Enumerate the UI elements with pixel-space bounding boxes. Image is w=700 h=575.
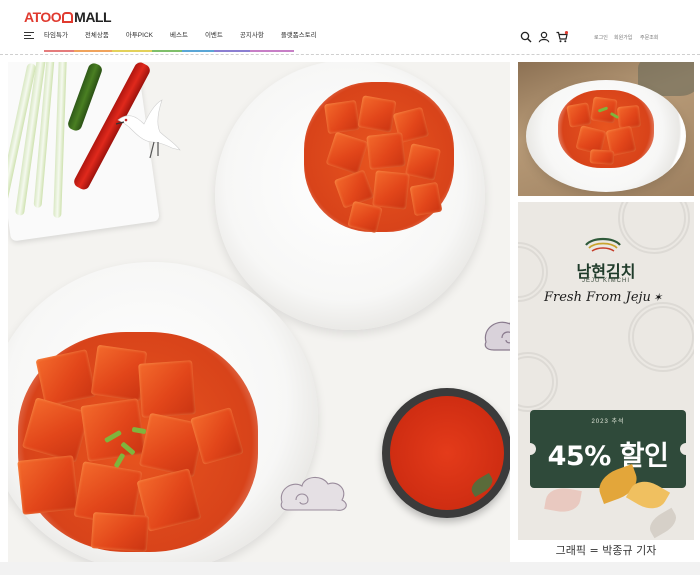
logo-prefix: ATOO	[24, 9, 62, 25]
cloud-icon	[280, 476, 347, 511]
nav-item-notice[interactable]: 공지사항	[240, 31, 272, 40]
pattern-decoration	[628, 302, 694, 372]
logo-bag-icon	[62, 12, 74, 23]
star-icon: ✶	[652, 291, 663, 304]
cart-icon[interactable]	[556, 31, 568, 43]
signup-link[interactable]: 회원가입	[614, 34, 632, 41]
main-nav: 타임특가 전체상품 아투PICK 베스트 이벤트 공지사항 플랫폼스토리	[44, 31, 334, 40]
brand-subtitle: JEJU KIMCHI	[581, 278, 630, 284]
side-kimchi-photo[interactable]	[518, 62, 694, 196]
leaf-decoration	[645, 507, 681, 539]
brand-logo-icon	[585, 237, 621, 252]
order-lookup-link[interactable]: 주문조회	[640, 34, 658, 41]
nav-item-time-sale[interactable]: 타임특가	[44, 31, 76, 40]
site-logo[interactable]: ATOO MALL	[24, 9, 112, 25]
radish-kimchi-cube	[17, 455, 79, 515]
radish-kimchi-cube	[566, 102, 592, 128]
nav-item-platform-story[interactable]: 플랫폼스토리	[281, 31, 325, 40]
ticket-discount-text: 45% 할인	[547, 441, 669, 472]
hero-food-photo[interactable]	[8, 62, 510, 562]
search-icon[interactable]	[520, 31, 532, 43]
radish-kimchi-cube	[589, 149, 615, 165]
radish-kimchi-cube	[90, 512, 150, 552]
radish-kimchi-cube	[324, 99, 360, 135]
brand-slogan: Fresh From Jeju ✶	[544, 290, 663, 305]
header-divider	[0, 52, 700, 55]
logo-suffix: MALL	[74, 9, 112, 25]
nav-item-all-products[interactable]: 전체상품	[85, 31, 117, 40]
login-link[interactable]: 로그인	[594, 34, 608, 41]
nav-item-event[interactable]: 이벤트	[205, 31, 231, 40]
user-icon[interactable]	[538, 31, 550, 43]
radish-kimchi-cube	[366, 132, 406, 170]
promo-banner[interactable]: 남현김치 JEJU KIMCHI Fresh From Jeju ✶ 2023 추…	[518, 202, 694, 562]
chili-powder	[390, 396, 504, 510]
radish-kimchi-cube	[357, 95, 397, 133]
crane-icon	[115, 99, 181, 159]
image-credit-caption: 그래픽 = 박종규 기자	[518, 540, 694, 562]
pattern-decoration	[618, 202, 690, 254]
radish-kimchi-cube	[409, 181, 443, 217]
nav-item-atoo-pick[interactable]: 아투PICK	[126, 31, 161, 40]
radish-kimchi-cube	[138, 360, 196, 418]
nav-item-best[interactable]: 베스트	[170, 31, 196, 40]
ticket-season-label: 2023 추석	[591, 419, 625, 425]
cloud-icon	[484, 321, 510, 351]
leaf-decoration	[544, 485, 582, 515]
pattern-decoration	[518, 352, 558, 412]
radish-kimchi-cube	[372, 170, 410, 210]
site-header: ATOO MALL 타임특가 전체상품 아투PICK 베스트 이벤트 공지사항 플…	[0, 0, 700, 55]
menu-icon[interactable]	[24, 32, 34, 40]
footer-strip	[0, 562, 700, 575]
